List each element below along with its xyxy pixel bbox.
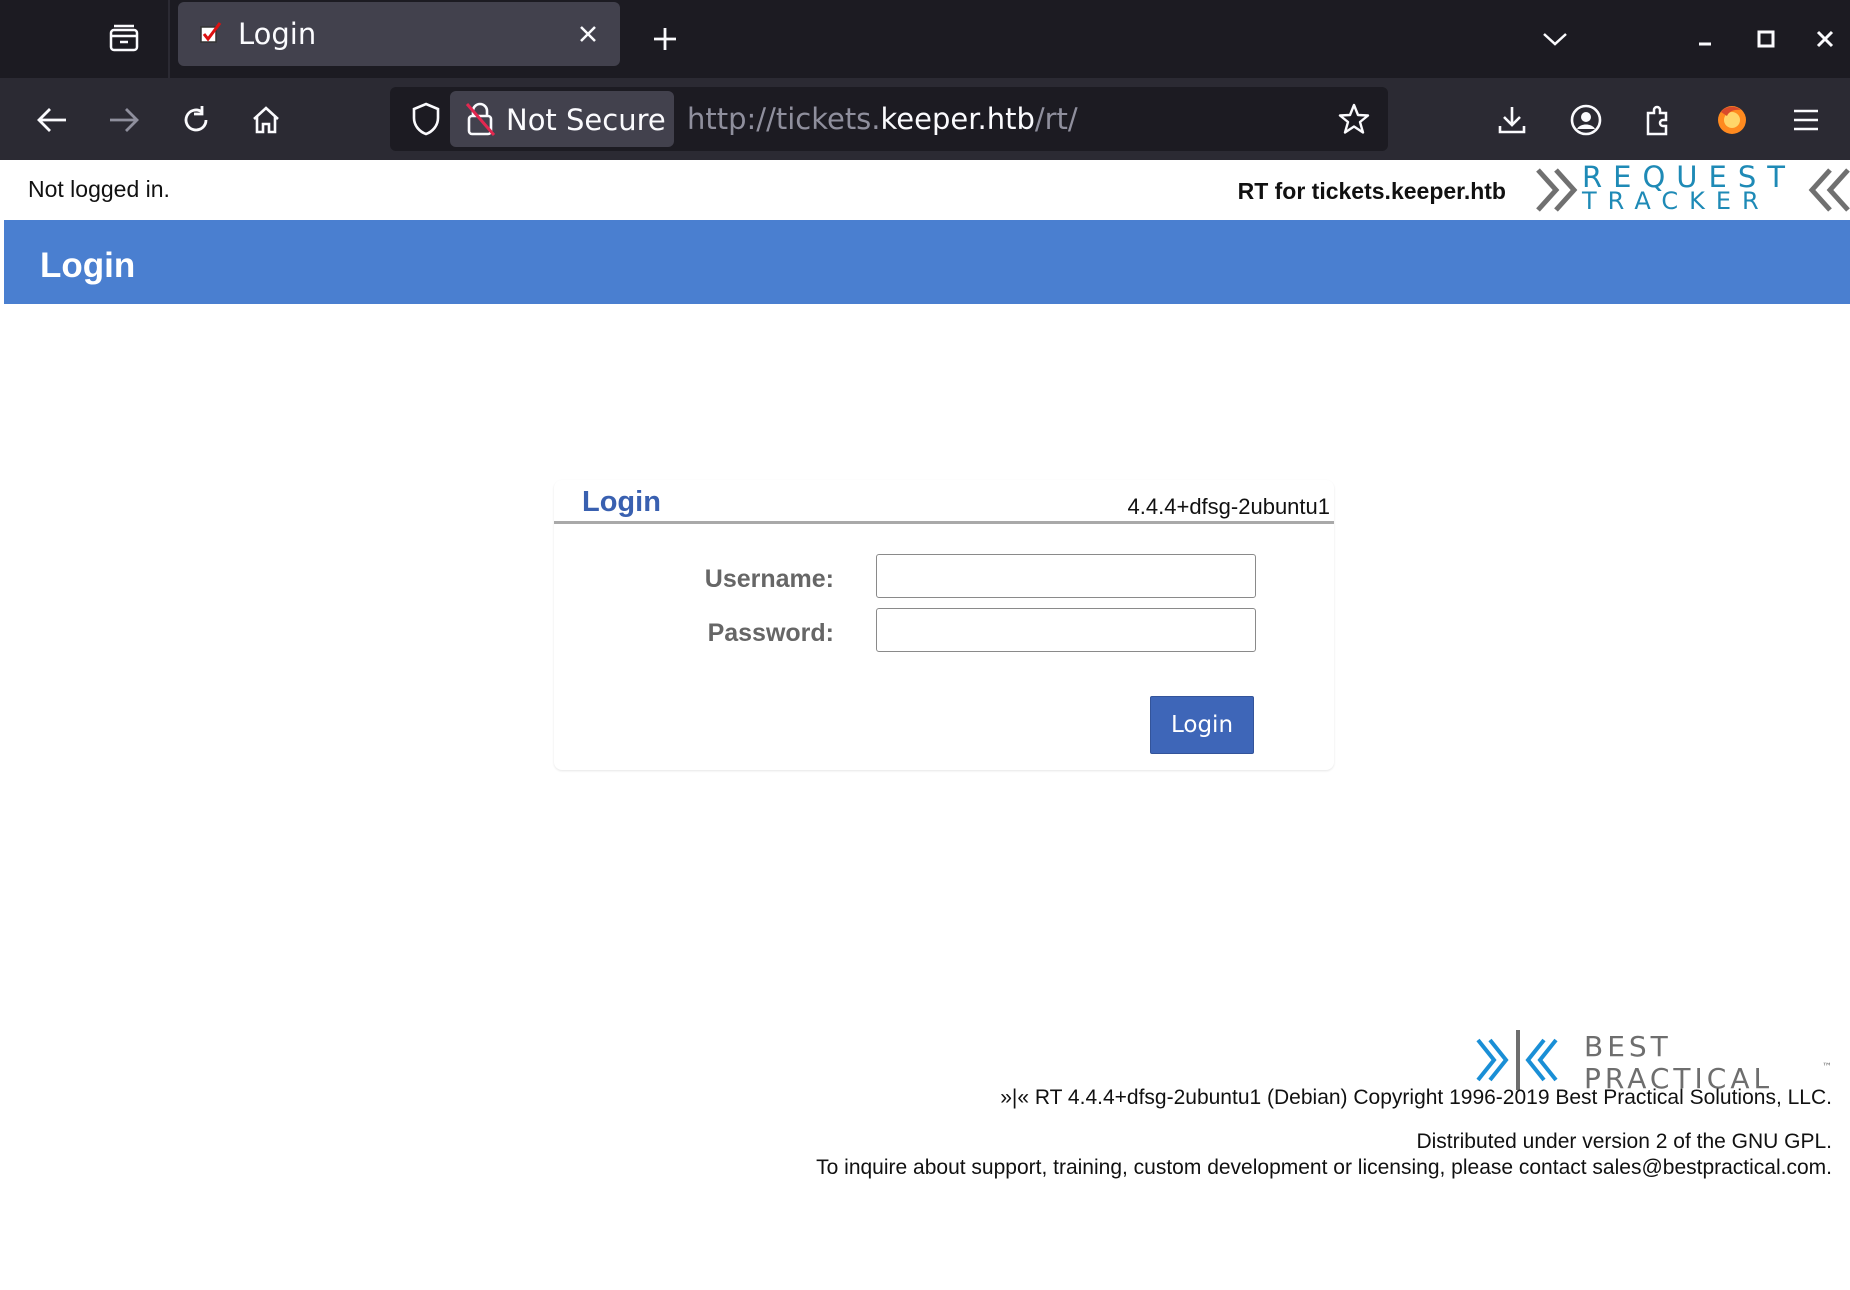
extensions-icon[interactable] — [1632, 94, 1684, 146]
not-secure-label: Not Secure — [506, 103, 666, 137]
star-icon[interactable] — [1332, 97, 1376, 141]
minimize-icon[interactable] — [1680, 14, 1730, 64]
chevron-down-icon[interactable] — [1530, 14, 1580, 64]
firefox-icon[interactable] — [1706, 94, 1758, 146]
url-host: keeper.htb — [880, 102, 1035, 136]
active-tab[interactable]: Login — [178, 2, 620, 66]
url-scheme: http://tickets. — [687, 102, 881, 136]
new-tab-icon[interactable] — [640, 14, 690, 64]
home-icon[interactable] — [240, 94, 292, 146]
login-box: Login 4.4.4+dfsg-2ubuntu1 Username: Pass… — [554, 480, 1334, 770]
site-name: RT for tickets.keeper.htb — [1237, 178, 1506, 204]
shield-icon[interactable] — [404, 97, 448, 141]
close-tab-icon[interactable] — [568, 14, 608, 54]
password-input[interactable] — [876, 608, 1256, 652]
copyright-text: »|« RT 4.4.4+dfsg-2ubuntu1 (Debian) Copy… — [1000, 1086, 1832, 1109]
favicon-icon — [200, 22, 222, 43]
login-button[interactable]: Login — [1150, 696, 1254, 754]
address-bar[interactable]: Not Secure http://tickets.keeper.htb/rt/ — [390, 87, 1388, 151]
login-box-title: Login — [582, 486, 661, 518]
reload-icon[interactable] — [170, 94, 222, 146]
page-title: Login — [40, 246, 136, 285]
username-label: Username: — [704, 565, 834, 593]
maximize-icon[interactable] — [1741, 14, 1791, 64]
request-tracker-logo[interactable]: REQUEST TRACKER — [1534, 162, 1850, 218]
login-box-titlebar: Login 4.4.4+dfsg-2ubuntu1 — [554, 480, 1334, 524]
close-window-icon[interactable] — [1800, 14, 1850, 64]
rt-version: 4.4.4+dfsg-2ubuntu1 — [1127, 494, 1330, 519]
web-page: Not logged in. RT for tickets.keeper.htb… — [4, 160, 1850, 1290]
tab-separator — [168, 0, 170, 78]
rt-logo-line2: TRACKER — [1582, 187, 1770, 215]
back-arrow-icon[interactable] — [26, 94, 78, 146]
menu-icon[interactable] — [1780, 94, 1832, 146]
license-text: Distributed under version 2 of the GNU G… — [1416, 1130, 1832, 1153]
tab-list-icon[interactable] — [98, 14, 150, 64]
page-header: Login — [4, 220, 1850, 304]
browser-tab-bar: Login — [0, 0, 1850, 78]
forward-arrow-icon[interactable] — [98, 94, 150, 146]
url-path: /rt/ — [1034, 102, 1078, 136]
top-status-bar: Not logged in. RT for tickets.keeper.htb… — [4, 160, 1850, 220]
login-status: Not logged in. — [28, 176, 170, 202]
url-text[interactable]: http://tickets.keeper.htb/rt/ — [687, 102, 1078, 136]
contact-text: To inquire about support, training, cust… — [816, 1156, 1832, 1179]
site-security-indicator[interactable]: Not Secure — [450, 91, 674, 147]
download-icon[interactable] — [1486, 94, 1538, 146]
insecure-lock-icon — [465, 102, 496, 136]
username-input[interactable] — [876, 554, 1256, 598]
bp-logo-line1: BEST — [1584, 1030, 1672, 1063]
account-icon[interactable] — [1560, 94, 1612, 146]
browser-nav-bar: Not Secure http://tickets.keeper.htb/rt/ — [0, 78, 1850, 160]
tab-title: Login — [238, 17, 317, 51]
bp-logo-tm: ™ — [1822, 1062, 1832, 1073]
password-label: Password: — [707, 619, 834, 647]
